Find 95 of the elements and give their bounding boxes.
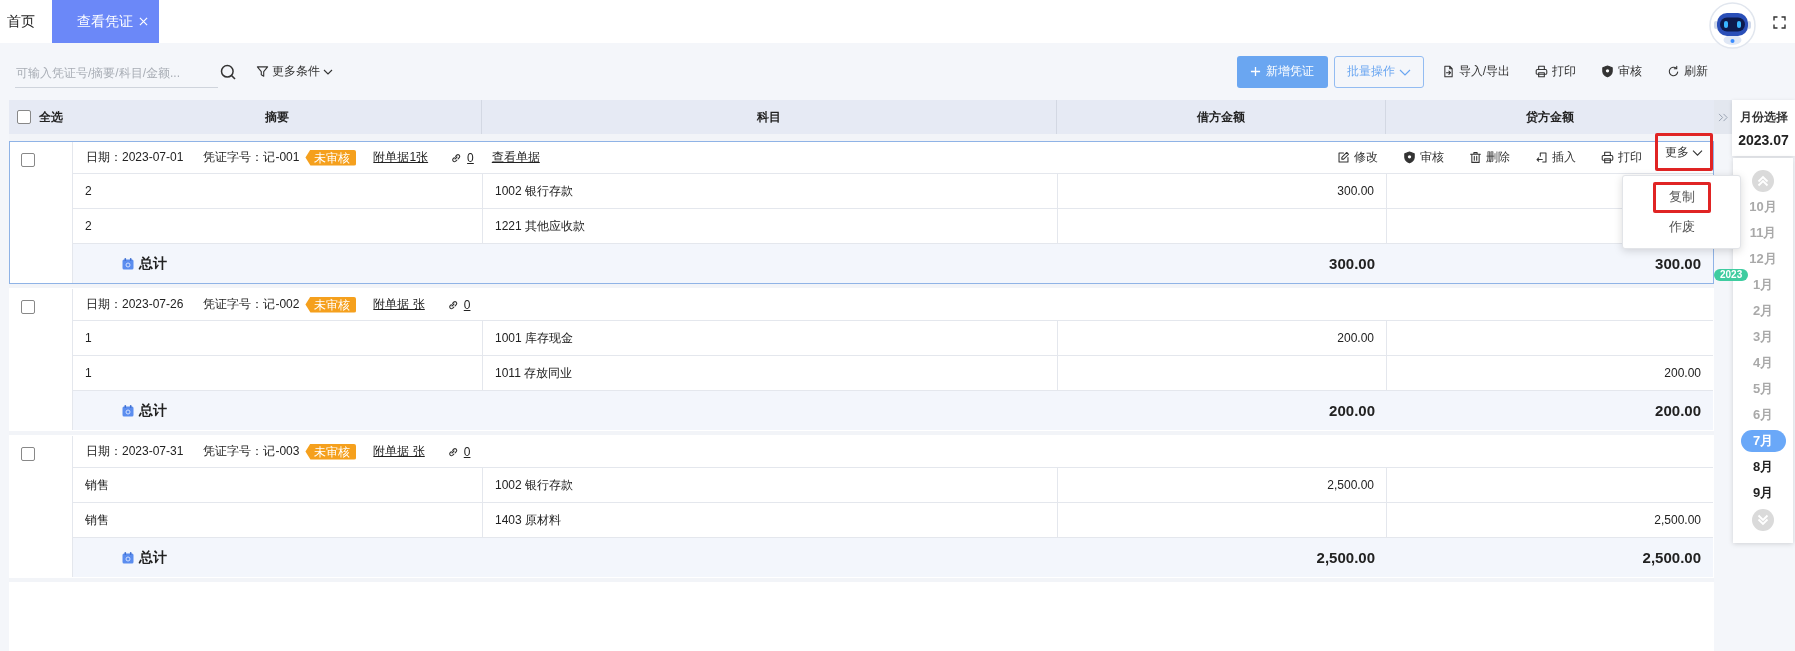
action-button[interactable]: 删除 xyxy=(1469,149,1510,166)
filter-icon xyxy=(256,65,269,78)
toolbar-button[interactable]: 审核 xyxy=(1601,63,1642,80)
table-cell: 1001 库存现金 xyxy=(495,329,574,347)
column-header: 科目 xyxy=(757,108,781,126)
refresh-icon xyxy=(1667,65,1680,78)
month-picker-title: 月份选择 xyxy=(1739,108,1788,126)
toolbar-button[interactable]: 刷新 xyxy=(1667,63,1708,80)
date-text: 日期：2023-07-01 xyxy=(86,149,184,166)
status-badge: 未审核 xyxy=(305,149,357,166)
more-button[interactable]: 更多 xyxy=(1655,132,1713,171)
month-item[interactable]: 9月 xyxy=(1740,482,1786,504)
action-button[interactable]: 审核 xyxy=(1403,149,1444,166)
chevron-down-icon xyxy=(1692,148,1703,157)
table-cell: 1 xyxy=(85,331,92,345)
link-icon xyxy=(450,151,463,164)
checkbox[interactable] xyxy=(21,300,35,314)
edit-icon xyxy=(1337,151,1350,164)
table-cell: 2 xyxy=(85,184,92,198)
status-badge: 未审核 xyxy=(305,443,357,460)
voucher-number: 凭证字号：记-002 xyxy=(203,296,300,313)
table-cell: 1002 银行存款 xyxy=(495,182,574,200)
checkbox[interactable] xyxy=(21,447,35,461)
attachment-link[interactable]: 附单据 张 xyxy=(373,443,425,460)
total-amount: 200.00 xyxy=(1329,402,1375,419)
link-count-link[interactable]: 0 xyxy=(463,444,471,459)
printer-icon xyxy=(1601,151,1614,164)
column-header: 借方金额 xyxy=(1197,108,1245,126)
voucher-number: 凭证字号：记-003 xyxy=(203,443,300,460)
document-arrow-icon xyxy=(1441,65,1455,78)
checkbox[interactable] xyxy=(21,153,35,167)
table-cell: 2 xyxy=(85,219,92,233)
attachment-link[interactable]: 附单据1张 xyxy=(373,149,429,166)
trash-icon xyxy=(1469,151,1482,164)
calendar-icon xyxy=(122,257,134,270)
collapse-toggle[interactable] xyxy=(1714,100,1732,134)
table-cell: 1011 存放同业 xyxy=(495,364,573,382)
action-button[interactable]: 打印 xyxy=(1601,149,1642,166)
total-amount: 300.00 xyxy=(1655,255,1701,272)
filter-button[interactable]: 更多条件 xyxy=(256,63,333,80)
calendar-icon xyxy=(122,404,134,417)
table-cell: 1 xyxy=(85,366,92,380)
table-cell: 2,500.00 xyxy=(1327,478,1374,492)
total-amount: 2,500.00 xyxy=(1316,549,1375,566)
close-icon[interactable] xyxy=(139,17,148,26)
table-cell: 销售 xyxy=(85,476,109,494)
table-cell: 1221 其他应收款 xyxy=(495,217,586,235)
search-field[interactable]: 可输入凭证号/摘要/科目/金额... xyxy=(15,59,218,88)
table-cell: 1403 原材料 xyxy=(495,511,562,529)
printer-icon xyxy=(1535,65,1548,78)
total-label: 总计 xyxy=(139,548,167,567)
toolbar-button[interactable]: 导入/导出 xyxy=(1441,63,1510,80)
shield-icon xyxy=(1601,65,1614,78)
table-cell: 200.00 xyxy=(1664,366,1701,380)
double-chevron-right-icon xyxy=(1717,112,1729,122)
total-label: 总计 xyxy=(139,254,167,273)
menu-item[interactable]: 复制 xyxy=(1652,181,1711,213)
table-cell: 300.00 xyxy=(1337,184,1374,198)
view-documents-link[interactable]: 查看单据 xyxy=(491,149,540,166)
document-arrow-icon xyxy=(1535,151,1548,164)
total-amount: 200.00 xyxy=(1655,402,1701,419)
date-text: 日期：2023-07-31 xyxy=(86,443,184,460)
plus-icon xyxy=(1250,66,1262,77)
total-amount: 300.00 xyxy=(1329,255,1375,272)
attachment-link[interactable]: 附单据 张 xyxy=(373,296,425,313)
link-icon xyxy=(446,298,459,311)
tab[interactable]: 首页 xyxy=(0,0,52,43)
current-month: 2023.07 xyxy=(1738,131,1789,148)
table-cell: 1002 银行存款 xyxy=(495,476,574,494)
fullscreen-icon[interactable] xyxy=(1773,16,1786,29)
select-all-label[interactable]: 全选 xyxy=(39,108,63,126)
robot-icon[interactable] xyxy=(1707,2,1758,49)
status-badge: 未审核 xyxy=(305,296,357,313)
checkbox[interactable] xyxy=(17,110,31,124)
shield-icon xyxy=(1403,151,1416,164)
link-count-link[interactable]: 0 xyxy=(467,150,474,165)
month-item[interactable]: 8月 xyxy=(1740,456,1786,478)
link-icon xyxy=(446,445,459,458)
table-cell: 销售 xyxy=(85,511,109,529)
toolbar-button[interactable]: 打印 xyxy=(1535,63,1576,80)
date-text: 日期：2023-07-26 xyxy=(86,296,184,313)
menu-item[interactable]: 作废 xyxy=(1652,212,1711,242)
column-header: 摘要 xyxy=(264,108,289,126)
action-button[interactable]: 修改 xyxy=(1337,149,1378,166)
table-cell: 200.00 xyxy=(1337,331,1374,345)
total-amount: 2,500.00 xyxy=(1642,549,1701,566)
link-count-link[interactable]: 0 xyxy=(463,297,471,312)
voucher-number: 凭证字号：记-001 xyxy=(203,149,300,166)
search-icon[interactable] xyxy=(220,63,236,80)
calendar-icon xyxy=(122,551,134,564)
action-button[interactable]: 插入 xyxy=(1535,149,1576,166)
total-label: 总计 xyxy=(139,401,167,420)
column-header: 贷方金额 xyxy=(1526,108,1574,126)
year-badge: 2023 xyxy=(1714,269,1749,281)
table-cell: 2,500.00 xyxy=(1654,513,1701,527)
